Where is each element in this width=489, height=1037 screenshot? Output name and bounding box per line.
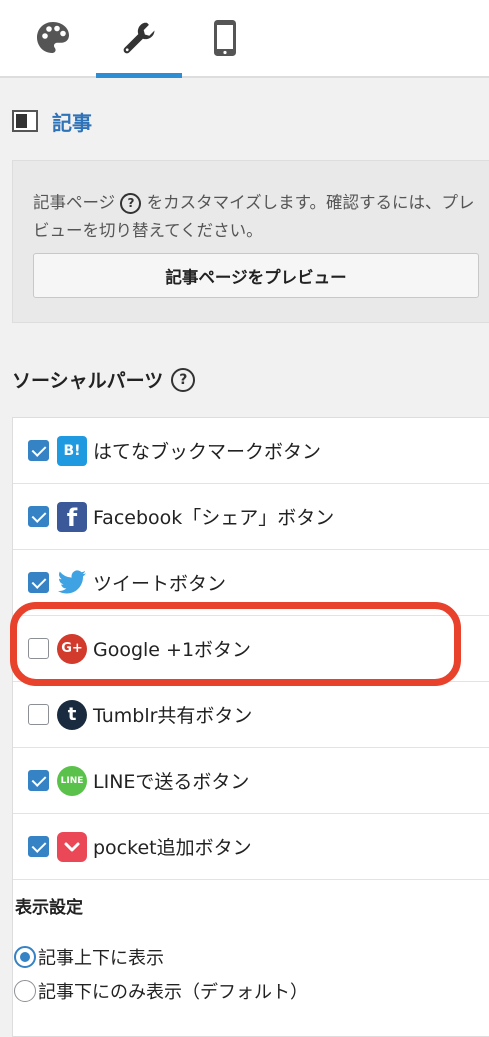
tab-design[interactable] [10,0,96,76]
checkbox[interactable] [28,836,49,857]
section-title: 記事 [52,110,92,135]
tumblr-icon: t [57,699,87,730]
radio-button[interactable] [14,980,36,1002]
item-label: Tumblr共有ボタン [93,705,253,727]
facebook-icon: f [57,501,87,532]
layout-icon [12,110,38,132]
line-icon: LINE [57,765,87,796]
item-label: pocket追加ボタン [93,837,252,859]
item-label: LINEで送るボタン [93,771,250,793]
display-option-bottom-only[interactable]: 記事下にのみ表示（デフォルト） [14,978,308,1004]
info-box: 記事ページ ? をカスタマイズします。確認するには、プレビューを切り替えてくださ… [12,160,489,323]
hatena-bookmark-icon: B! [57,435,87,466]
section-header: 記事 [0,92,489,150]
help-icon[interactable]: ? [120,193,142,214]
palette-icon [37,22,69,53]
checkbox[interactable] [28,770,49,791]
option-label: 記事下にのみ表示（デフォルト） [38,982,308,1003]
info-text: 記事ページ ? をカスタマイズします。確認するには、プレビューを切り替えてくださ… [33,189,483,245]
preview-article-button[interactable]: 記事ページをプレビュー [33,253,479,298]
social-item-line[interactable]: LINE LINEで送るボタン [13,748,489,814]
item-label: Facebook「シェア」ボタン [93,507,335,529]
help-icon[interactable]: ? [171,367,196,392]
highlight-annotation [10,602,461,686]
radio-button[interactable] [14,946,36,968]
option-label: 記事上下に表示 [38,948,164,969]
checkbox[interactable] [28,506,49,527]
tab-settings[interactable] [96,0,182,78]
social-parts-label: ソーシャルパーツ [12,370,164,392]
item-label: ツイートボタン [93,573,227,595]
smartphone-icon [214,20,236,56]
social-item-tumblr[interactable]: t Tumblr共有ボタン [13,682,489,748]
pocket-icon [57,831,87,862]
tab-mobile[interactable] [182,0,268,76]
display-option-top-bottom[interactable]: 記事上下に表示 [14,944,164,970]
panel-tabs [0,0,489,78]
social-item-hatena[interactable]: B! はてなブックマークボタン [13,418,489,484]
checkbox[interactable] [28,704,49,725]
checkbox[interactable] [28,440,49,461]
wrench-icon [123,22,155,54]
display-settings-title: 表示設定 [15,898,83,918]
social-item-facebook[interactable]: f Facebook「シェア」ボタン [13,484,489,550]
twitter-bird-icon [57,568,87,598]
social-item-pocket[interactable]: pocket追加ボタン [13,814,489,880]
checkbox[interactable] [28,572,49,593]
info-text-before: 記事ページ [33,193,116,212]
social-parts-title: ソーシャルパーツ ? [12,366,196,393]
item-label: はてなブックマークボタン [93,441,322,463]
